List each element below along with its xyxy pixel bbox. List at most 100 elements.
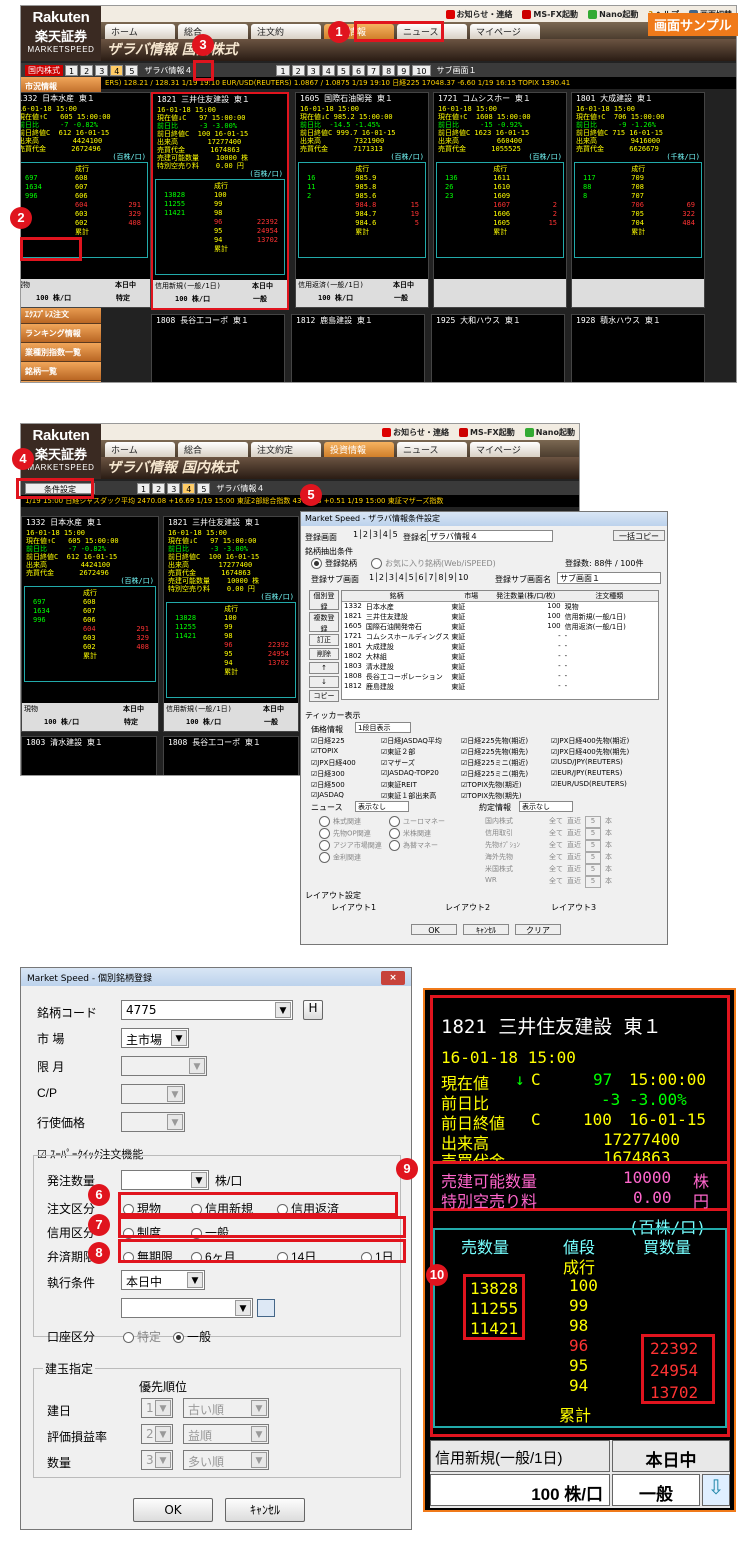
news-option[interactable]: 先物OP関連 [319, 828, 389, 840]
ticker-check[interactable]: ☑TOPIX [311, 747, 381, 758]
yaku-select[interactable]: 表示なし [519, 801, 573, 812]
yaku-num[interactable]: 5 [585, 828, 601, 840]
sub-8[interactable]: 8 [382, 64, 396, 76]
ticker-check[interactable]: ☑日経225ミニ(期先) [461, 769, 551, 780]
panel-f2[interactable]: 本日中 [263, 705, 284, 713]
panel-f4[interactable]: 一般 [253, 295, 267, 303]
panel-f3[interactable]: 100 株/口 [186, 718, 221, 726]
menu2-sogo[interactable]: 総合 [178, 442, 248, 457]
acct-ippan[interactable]: 一般 [173, 1328, 211, 1345]
setting-clear-button[interactable]: クリア [515, 924, 561, 935]
yaku-option[interactable]: 米国株式 全て 直近 5 本 [485, 864, 665, 876]
panel-f3[interactable]: 100 株/口 [175, 295, 210, 303]
code-input[interactable]: 4775 ▼ [121, 1000, 293, 1020]
yaku-num[interactable]: 5 [585, 864, 601, 876]
setting-side-button[interactable]: 個別登録 [309, 590, 339, 611]
news-select[interactable]: 表示なし [355, 801, 409, 812]
date-select[interactable]: ▼ [121, 1298, 253, 1318]
sub-9[interactable]: 9 [397, 64, 411, 76]
table-row[interactable]: 1812 鹿島建設 東証 - - [342, 682, 658, 692]
ticker-check[interactable]: ☑日経225先物(期先) [461, 747, 551, 758]
ticker-check[interactable]: ☑日経500 [311, 780, 381, 791]
nano-link-2[interactable]: Nano起動 [524, 427, 575, 438]
price-select[interactable]: 1段目表示 [355, 722, 411, 733]
ticker-check[interactable]: ☑日経225ミニ(期近) [461, 758, 551, 769]
ticker-check[interactable]: ☑日経225 [311, 736, 381, 747]
yaku-num[interactable]: 5 [585, 876, 601, 888]
src-opt-favorite[interactable]: お気に入り銘柄(Web/iSPEED) [371, 558, 496, 569]
zoom-f4[interactable]: 一般 [612, 1474, 700, 1506]
news-option[interactable]: 株式関連 [319, 816, 389, 828]
table-row[interactable]: 1802 大林組 東証 - - [342, 652, 658, 662]
sub-4[interactable]: 4 [321, 64, 335, 76]
sidebar-item-14[interactable]: 業種別指数一覧 [21, 343, 101, 362]
setting-side-button[interactable]: コピー [309, 690, 339, 702]
setting-cancel-button[interactable]: ｷｬﾝｾﾙ [463, 924, 509, 935]
page-2[interactable]: 2 [80, 64, 94, 76]
yaku-num[interactable]: 5 [585, 816, 601, 828]
table-row[interactable]: 1605 国際石油開発帝石 東証 100 信用返済(一般/1日) [342, 622, 658, 632]
panel-f3[interactable]: 100 株/口 [36, 294, 71, 302]
setting-side-button[interactable]: ↓ [309, 676, 339, 688]
subname-input[interactable]: サブ画面１ [557, 572, 661, 584]
menu-sogo[interactable]: 総合 [178, 24, 248, 39]
market-select-r[interactable]: 主市場 ▼ [121, 1028, 189, 1048]
panel-f4[interactable]: 一般 [394, 294, 408, 302]
sub-tabs-s[interactable]: 1│2│3│4│5│6│7│8│9│10 [369, 573, 468, 582]
setting-ok-button[interactable]: OK [411, 924, 457, 935]
setting-side-button[interactable]: 複数登録 [309, 612, 339, 633]
ticker-check[interactable]: ☑東証REIT [381, 780, 461, 791]
menu-mypage[interactable]: マイページ [470, 24, 540, 39]
ticker-check[interactable]: ☑EUR/USD(REUTERS) [551, 780, 661, 791]
yaku-num[interactable]: 5 [585, 852, 601, 864]
ticker-check[interactable]: ☑日経300 [311, 769, 381, 780]
ticker-check[interactable]: ☑日経JASDAQ平均 [381, 736, 461, 747]
acct-tokutei[interactable]: 特定 [123, 1328, 161, 1345]
news-option[interactable]: 為替マネー [389, 840, 469, 852]
menu-home[interactable]: ホーム [105, 24, 175, 39]
table-row[interactable]: 1721 コムシスホールディングス 東証 - - [342, 632, 658, 642]
yaku-option[interactable]: 海外先物 全て 直近 5 本 [485, 852, 665, 864]
ticker-check[interactable]: ☑TOPIX先物(期近) [461, 780, 551, 791]
sub-10[interactable]: 10 [412, 64, 431, 76]
reg-screen-tabs[interactable]: 1│2│3│4│5 [353, 530, 398, 539]
qty-input[interactable]: ▼ [121, 1170, 209, 1190]
sub-6[interactable]: 6 [351, 64, 366, 76]
ticker-check[interactable]: ☑EUR/JPY(REUTERS) [551, 769, 661, 780]
sub-3[interactable]: 3 [306, 64, 320, 76]
ticker-check[interactable]: ☑JASDAQ-TOP20 [381, 769, 461, 780]
msfx-link-2[interactable]: MS-FX起動 [459, 427, 515, 438]
yaku-option[interactable]: 先物ｵﾌﾟｼｮﾝ 全て 直近 5 本 [485, 840, 665, 852]
reg-cancel-button[interactable]: ｷｬﾝｾﾙ [225, 1498, 305, 1522]
bulk-copy-button[interactable]: 一括コピー [613, 530, 665, 541]
layout-1[interactable]: レイアウト1 [331, 902, 376, 913]
table-row[interactable]: 1821 三井住友建設 東証 100 信用新規(一般/1日) [342, 612, 658, 622]
news-option[interactable]: アジア市場関連 [319, 840, 389, 852]
ticker-check[interactable]: ☑日経225先物(期近) [461, 736, 551, 747]
menu-order[interactable]: 注文約 [251, 24, 321, 39]
table-row[interactable]: 1803 清水建設 東証 - - [342, 662, 658, 672]
menu2-order[interactable]: 注文約定 [251, 442, 321, 457]
panel-f2[interactable]: 本日中 [115, 281, 136, 289]
panel-f4[interactable]: 一般 [264, 718, 278, 726]
ticker-check[interactable]: ☑マザーズ [381, 758, 461, 769]
ticker-check[interactable]: ☑JPX日経400 [311, 758, 381, 769]
table-row[interactable]: 1332 日本水産 東証 100 現物 [342, 602, 658, 612]
panel-f2[interactable]: 本日中 [393, 281, 414, 289]
market-select[interactable]: 国内株式 [25, 64, 63, 76]
layout-3[interactable]: レイアウト3 [551, 902, 596, 913]
sub-1[interactable]: 1 [276, 64, 290, 76]
sub-2[interactable]: 2 [291, 64, 305, 76]
yaku-num[interactable]: 5 [585, 840, 601, 852]
menu2-news[interactable]: ニュース [397, 442, 467, 457]
zoom-f2[interactable]: 本日中 [612, 1440, 730, 1472]
ticker-check[interactable]: ☑JPX日経400先物(期先) [551, 747, 661, 758]
menu2-mypage[interactable]: マイページ [470, 442, 540, 457]
setting-side-button[interactable]: 訂正 [309, 634, 339, 646]
setting-side-button[interactable]: ↑ [309, 662, 339, 674]
reg-ok-button[interactable]: OK [133, 1498, 213, 1522]
h-button[interactable]: H [303, 1000, 323, 1020]
src-opt-registered[interactable]: 登録銘柄 [311, 558, 357, 569]
calendar-icon[interactable] [257, 1299, 275, 1317]
news-option[interactable]: ユーロマネー [389, 816, 469, 828]
